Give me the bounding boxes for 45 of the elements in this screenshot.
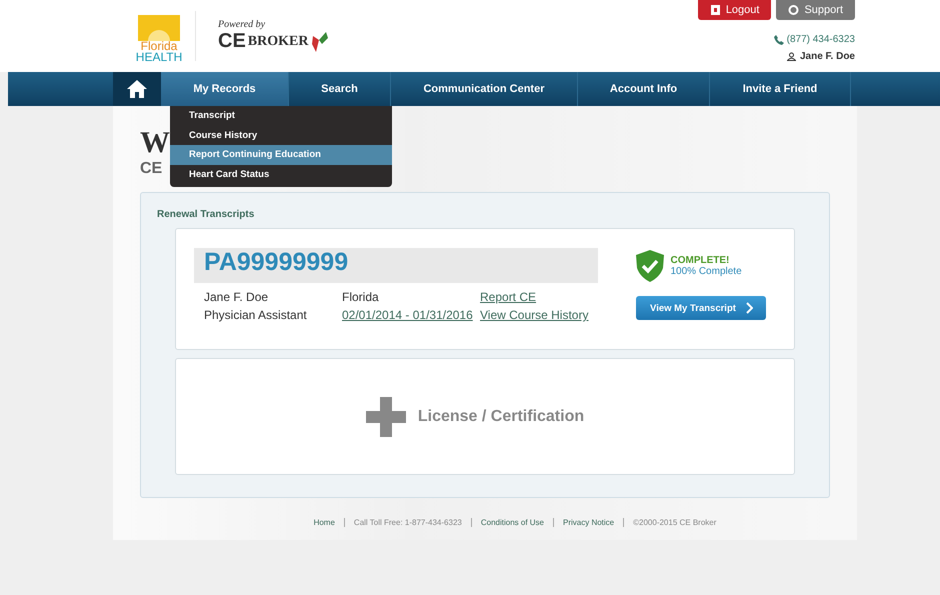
chevron-icon [746,302,753,314]
menu-item[interactable]: Heart Card Status [170,164,392,184]
profession-text: Physician Assistant [204,308,308,322]
menu-item[interactable]: Course History [170,126,392,145]
footer-link[interactable]: Privacy Notice [563,518,614,527]
nav-tab[interactable]: My Records [161,72,289,106]
logout-button[interactable]: Logout [698,0,772,20]
feather-icon [310,30,330,54]
page-subheading: CE [140,160,162,178]
state-text: Florida [342,290,380,304]
status-text: COMPLETE! [670,255,730,266]
logo-text: BROKER [248,34,308,50]
phone-number: (877) 434-6323 [786,34,855,45]
add-license-label: License / Certification [418,408,584,426]
renewal-period-link[interactable]: 02/01/2014 - 01/31/2016 [342,308,480,322]
logo-text: CE [218,30,246,53]
lifebuoy-icon [788,5,800,15]
footer-text: Call Toll Free: 1-877-434-6323 [354,518,462,527]
footer-link[interactable]: Home [314,518,335,527]
phone-icon [774,34,784,44]
menu-item[interactable]: Transcript [170,106,392,126]
powered-by-text: Powered by [218,18,266,30]
menu-item[interactable]: Report Continuing Education [170,145,392,164]
view-transcript-button[interactable]: View My Transcript [636,296,766,320]
footer-text: ©2000-2015 CE Broker [633,518,716,527]
check-shield-icon [636,250,664,282]
course-history-link[interactable]: View Course History [480,308,588,322]
holder-name: Jane F. Doe [204,290,270,304]
footer-link[interactable]: Conditions of Use [480,518,544,527]
license-number: PA99999999 [194,248,598,283]
logo-text: HEALTH [136,52,182,63]
user-name: Jane F. Doe [800,51,855,62]
support-button[interactable]: Support [776,0,855,20]
door-icon [710,5,721,15]
page-heading: W [140,128,170,158]
panel-title: Renewal Transcripts [157,209,256,220]
plus-icon [366,396,406,436]
report-ce-link[interactable]: Report CE [480,290,588,304]
home-button[interactable] [113,72,161,106]
logo-text: Florida [140,41,178,52]
percent-complete: 100% Complete [670,266,742,277]
sun-icon [138,15,180,41]
user-icon [786,52,796,61]
home-icon [127,80,147,98]
add-license-card[interactable]: License / Certification [175,358,795,475]
